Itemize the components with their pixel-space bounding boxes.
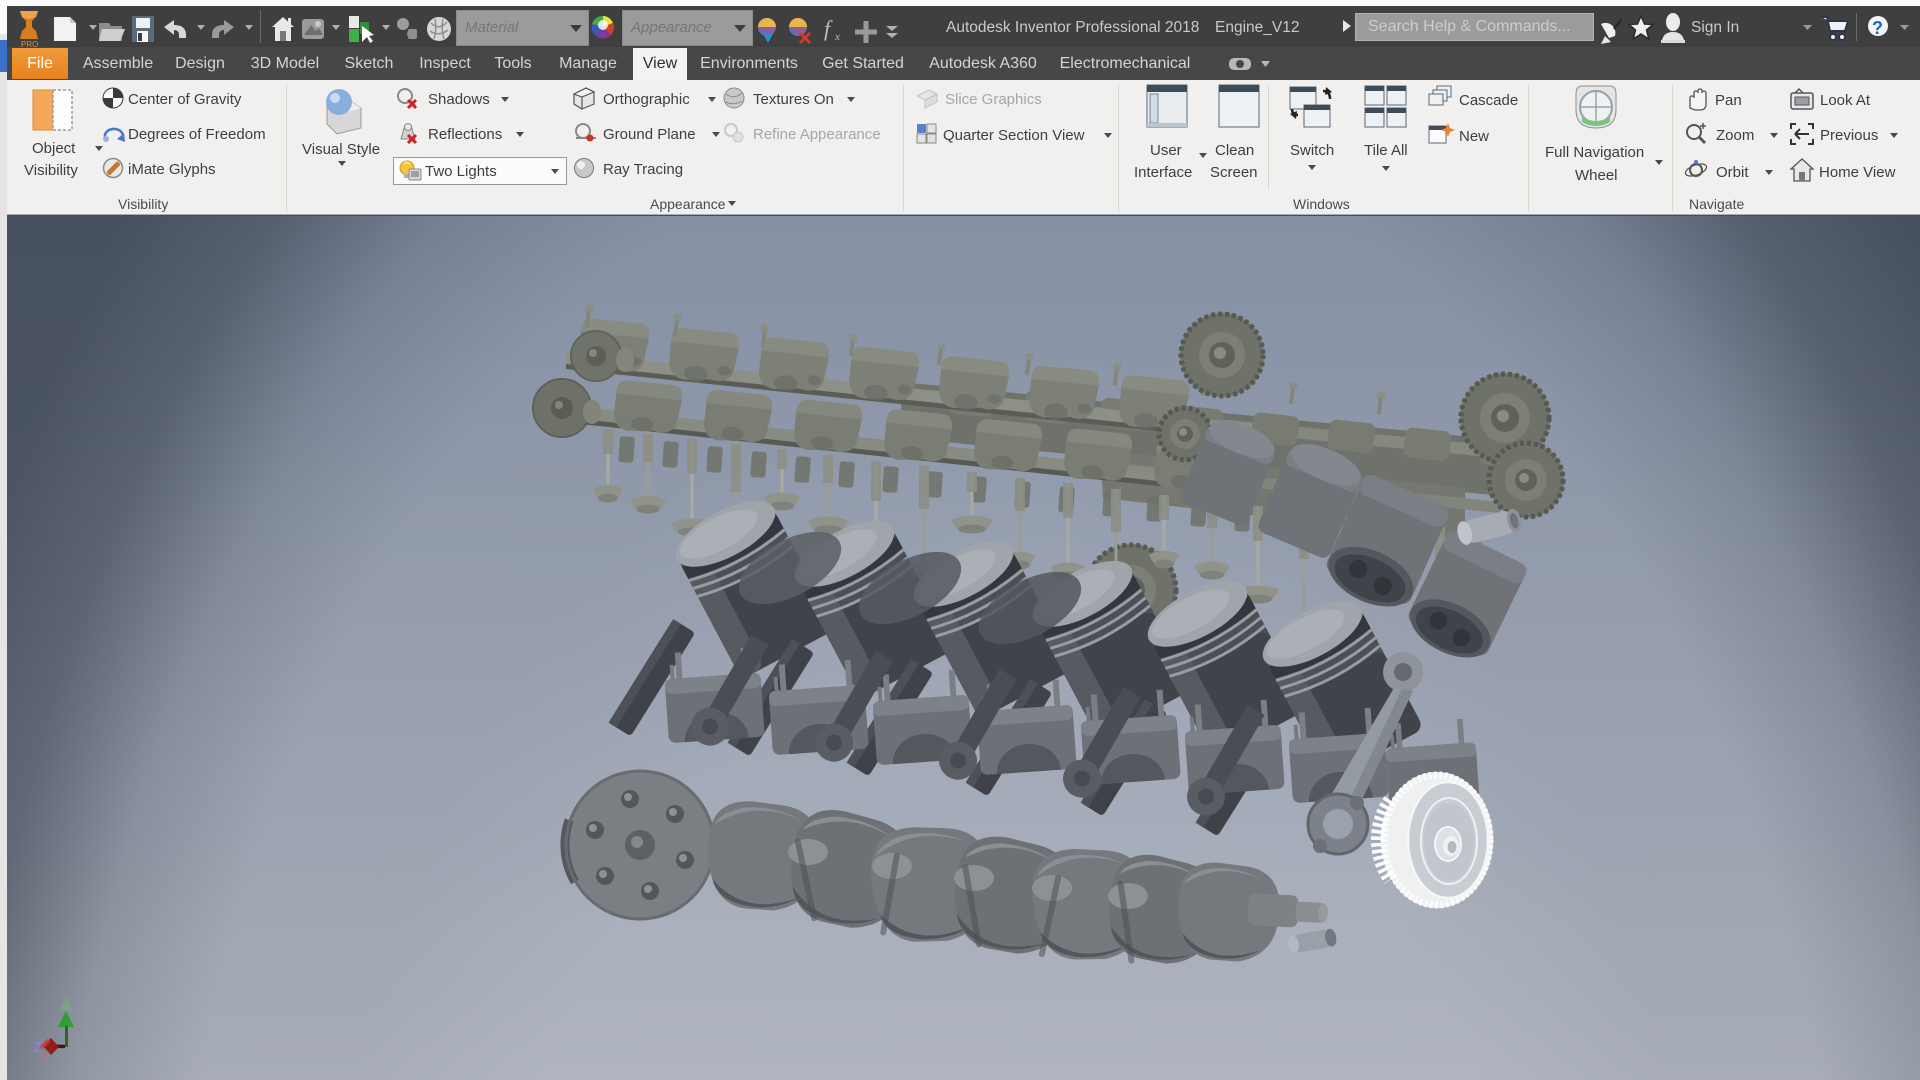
svg-text:?: ? xyxy=(1872,18,1883,38)
svg-text:x: x xyxy=(43,1050,49,1062)
svg-text:x: x xyxy=(834,31,840,43)
svg-text:f: f xyxy=(824,16,833,41)
svg-text:PRO: PRO xyxy=(21,40,38,47)
svg-text:Z: Z xyxy=(33,1039,42,1056)
